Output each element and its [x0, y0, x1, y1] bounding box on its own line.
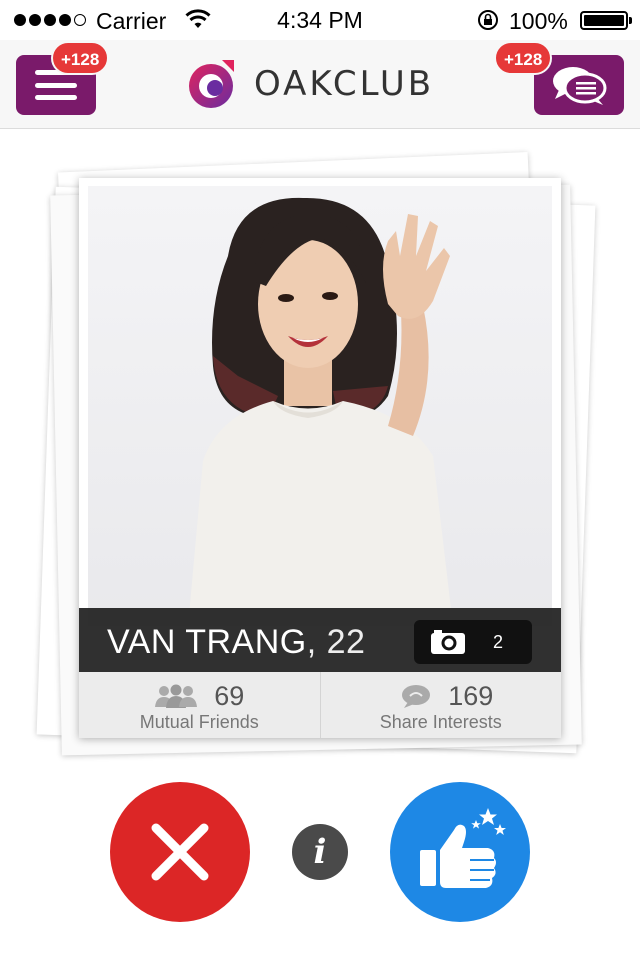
close-icon	[151, 823, 209, 881]
profile-photo-illustration	[188, 197, 453, 626]
battery-icon	[580, 11, 632, 30]
profile-name-bar: VAN TRANG, 22 2	[79, 608, 561, 672]
profile-photo[interactable]	[88, 186, 552, 626]
thumbs-up-icon	[420, 808, 506, 888]
app-header: +128 OAKCLUB +128	[0, 40, 640, 129]
app-name: OAKCLUB	[254, 64, 435, 104]
profile-name: VAN TRANG, 22	[107, 623, 365, 662]
share-interests-stat[interactable]: 169 Share Interests	[319, 672, 562, 738]
profile-age: , 22	[306, 623, 366, 661]
oakclub-logo-icon	[189, 60, 234, 108]
status-bar: Carrier 4:34 PM 100%	[0, 0, 640, 40]
mutual-friends-stat[interactable]: 69 Mutual Friends	[79, 672, 320, 738]
speech-bubble-icon	[402, 685, 431, 708]
profile-card[interactable]: VAN TRANG, 22 2 69 Mutual Friends 169 Sh…	[79, 178, 561, 738]
info-icon: i	[313, 832, 327, 872]
photo-count-button[interactable]: 2	[414, 620, 532, 664]
rotation-lock-icon	[478, 10, 498, 30]
battery-percent: 100%	[509, 8, 568, 34]
share-interests-label: Share Interests	[379, 712, 502, 732]
profile-name-text: VAN TRANG	[107, 623, 307, 661]
mutual-friends-label: Mutual Friends	[139, 712, 259, 732]
chat-button[interactable]: +128	[494, 41, 624, 115]
chat-bubbles-icon	[553, 67, 607, 105]
mutual-friends-count: 69	[214, 680, 245, 711]
chat-notification-badge: +128	[494, 41, 553, 75]
profile-stats: 69 Mutual Friends 169 Share Interests	[79, 672, 561, 738]
share-interests-count: 169	[448, 680, 494, 711]
photo-count: 2	[493, 632, 504, 652]
like-button[interactable]	[390, 782, 530, 922]
menu-button[interactable]: +128	[16, 41, 110, 115]
info-button[interactable]: i	[292, 824, 348, 880]
menu-notification-badge: +128	[51, 41, 110, 75]
friends-icon	[155, 684, 198, 708]
app-logo: OAKCLUB	[186, 58, 434, 110]
camera-icon	[431, 630, 465, 654]
reject-button[interactable]	[110, 782, 250, 922]
